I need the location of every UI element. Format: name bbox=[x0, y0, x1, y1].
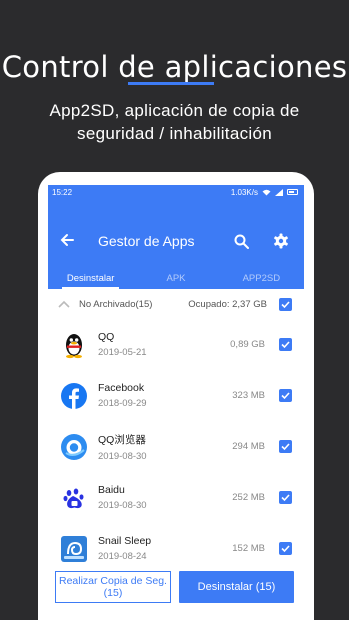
backup-button-line2: (15) bbox=[103, 587, 123, 599]
check-icon bbox=[281, 392, 290, 400]
baidu-paw-icon bbox=[61, 484, 87, 511]
app-size: 252 MB bbox=[232, 492, 265, 503]
app-checkbox[interactable] bbox=[279, 491, 292, 504]
check-icon bbox=[281, 300, 290, 308]
app-title: Gestor de Apps bbox=[98, 233, 195, 249]
app-date: 2019-08-30 bbox=[98, 450, 147, 462]
group-label: No Archivado(15) bbox=[79, 298, 153, 310]
group-header[interactable]: No Archivado(15) Ocupado: 2,37 GB bbox=[48, 289, 304, 319]
promo-title-underline bbox=[128, 82, 214, 85]
battery-icon bbox=[287, 189, 298, 195]
status-time: 15:22 bbox=[52, 187, 73, 197]
promo-title: Control de aplicaciones bbox=[1, 50, 348, 84]
app-checkbox[interactable] bbox=[279, 389, 292, 402]
app-row-qq[interactable]: QQ 2019-05-21 0,89 GB bbox=[48, 319, 304, 370]
group-checkbox[interactable] bbox=[279, 297, 292, 311]
app-checkbox[interactable] bbox=[279, 338, 292, 351]
uninstall-button[interactable]: Desinstalar (15) bbox=[179, 571, 294, 603]
backup-button[interactable]: Realizar Copia de Seg. (15) bbox=[55, 571, 171, 603]
check-icon bbox=[281, 443, 290, 451]
tab-apk[interactable]: APK bbox=[133, 269, 218, 289]
check-icon bbox=[281, 545, 290, 553]
check-icon bbox=[281, 341, 290, 349]
app-text: QQ浏览器 2019-08-30 bbox=[98, 432, 232, 462]
app-name: QQ浏览器 bbox=[98, 433, 146, 446]
app-name: Facebook bbox=[98, 382, 145, 394]
backup-button-line1: Realizar Copia de Seg. bbox=[59, 575, 167, 587]
app-text: Facebook 2018-09-29 bbox=[98, 382, 232, 409]
app-bar: Gestor de Apps Desinstalar APK APP2SD bbox=[48, 199, 304, 289]
promo-subtitle: App2SD, aplicación de copia de seguridad… bbox=[0, 99, 349, 145]
qq-penguin-icon bbox=[66, 333, 82, 358]
gear-icon[interactable] bbox=[273, 233, 289, 249]
app-name: Snail Sleep bbox=[98, 535, 152, 547]
app-checkbox[interactable] bbox=[279, 542, 292, 555]
app-screen: 15:22 1.03K/s Gestor de Apps Desinstalar… bbox=[48, 185, 304, 620]
app-row-qq-browser[interactable]: QQ浏览器 2019-08-30 294 MB bbox=[48, 421, 304, 472]
facebook-icon bbox=[61, 382, 87, 409]
app-size: 323 MB bbox=[232, 390, 265, 401]
app-size: 294 MB bbox=[232, 441, 265, 452]
group-size: Ocupado: 2,37 GB bbox=[188, 298, 267, 310]
tab-desinstalar[interactable]: Desinstalar bbox=[48, 269, 133, 289]
app-date: 2019-05-21 bbox=[98, 347, 147, 358]
promo-subtitle-line2: seguridad / inhabilitación bbox=[77, 124, 272, 143]
arrow-left-icon[interactable] bbox=[58, 231, 76, 249]
app-date: 2019-08-30 bbox=[98, 500, 147, 511]
action-bar: Realizar Copia de Seg. (15) Desinstalar … bbox=[48, 571, 304, 605]
tab-app2sd[interactable]: APP2SD bbox=[219, 269, 304, 289]
app-text: Baidu 2019-08-30 bbox=[98, 484, 232, 511]
app-size: 152 MB bbox=[232, 543, 265, 554]
app-row-baidu[interactable]: Baidu 2019-08-30 252 MB bbox=[48, 472, 304, 523]
app-name: QQ bbox=[98, 331, 115, 343]
app-row-snail-sleep[interactable]: Snail Sleep 2019-08-24 152 MB bbox=[48, 523, 304, 574]
app-text: Snail Sleep 2019-08-24 bbox=[98, 535, 232, 562]
qq-browser-icon bbox=[61, 433, 87, 460]
network-speed: 1.03K/s bbox=[230, 187, 258, 197]
app-size: 0,89 GB bbox=[230, 339, 265, 350]
promo-subtitle-line1: App2SD, aplicación de copia de bbox=[49, 101, 300, 120]
check-icon bbox=[281, 494, 290, 502]
app-text: QQ 2019-05-21 bbox=[98, 331, 230, 358]
status-icons: 1.03K/s bbox=[231, 188, 298, 197]
app-checkbox[interactable] bbox=[279, 440, 292, 453]
chevron-up-icon[interactable] bbox=[58, 299, 70, 309]
signal-icon bbox=[275, 188, 283, 196]
backup-button-label: Realizar Copia de Seg. (15) bbox=[59, 575, 167, 599]
wifi-icon bbox=[262, 189, 271, 195]
status-bar: 15:22 1.03K/s bbox=[48, 185, 304, 199]
snail-sleep-icon bbox=[61, 535, 87, 562]
search-icon[interactable] bbox=[234, 234, 249, 249]
app-date: 2018-09-29 bbox=[98, 398, 147, 409]
tab-bar: Desinstalar APK APP2SD bbox=[48, 269, 304, 289]
app-row-facebook[interactable]: Facebook 2018-09-29 323 MB bbox=[48, 370, 304, 421]
app-date: 2019-08-24 bbox=[98, 551, 147, 562]
app-name: Baidu bbox=[98, 484, 125, 496]
